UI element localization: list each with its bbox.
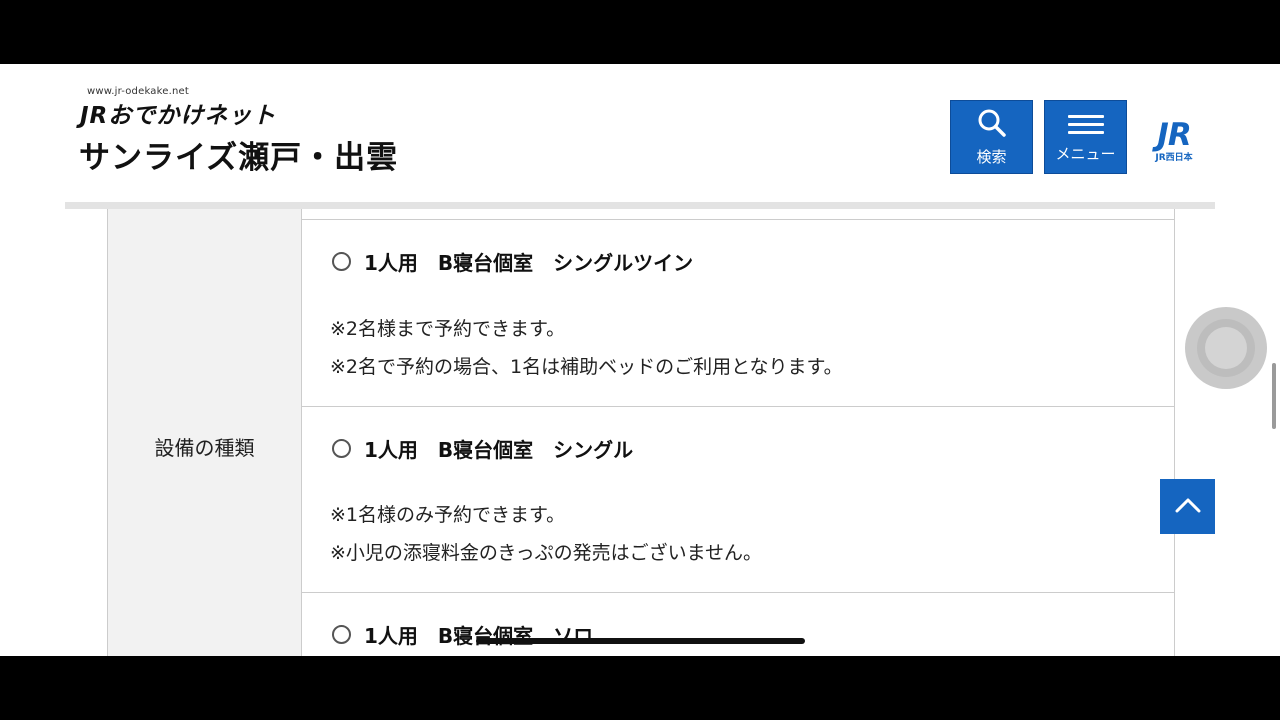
home-indicator[interactable] [476, 638, 805, 644]
chevron-up-icon [1174, 496, 1202, 518]
page-viewport: www.jr-odekake.net JRおでかけネット サンライズ瀬戸・出雲 … [0, 64, 1280, 656]
hamburger-icon [1067, 110, 1104, 139]
search-button[interactable]: 検索 [950, 100, 1033, 174]
option-head[interactable]: 1人用 B寝台個室 シングル [332, 434, 633, 463]
option-solo[interactable]: 1人用 B寝台個室 ソロ [302, 592, 1174, 656]
header-divider [65, 202, 1215, 209]
option-single[interactable]: 1人用 B寝台個室 シングル ※1名様のみ予約できます。 ※小児の添寝料金のきっ… [302, 406, 1174, 592]
option-head[interactable]: 1人用 B寝台個室 ソロ [332, 620, 593, 649]
search-button-label: 検索 [976, 147, 1007, 166]
scroll-indicator[interactable] [1272, 363, 1276, 429]
option-name: 1人用 B寝台個室 シングルツイン [364, 251, 694, 275]
option-note: ※1名様のみ予約できます。 [330, 504, 566, 526]
site-logo[interactable]: JRおでかけネット [80, 96, 276, 130]
option-note: ※小児の添寝料金のきっぷの発売はございません。 [330, 542, 763, 564]
jr-logo-mark: JR [1157, 117, 1191, 153]
radio-icon[interactable] [332, 439, 351, 458]
jr-west-logo[interactable]: JR JR西日本 [1144, 117, 1204, 164]
jr-logo-caption: JR西日本 [1155, 153, 1193, 163]
row-label-cell: 設備の種類 [108, 209, 302, 656]
option-single-twin[interactable]: 1人用 B寝台個室 シングルツイン ※2名様まで予約できます。 ※2名で予約の場… [302, 219, 1174, 406]
assistive-touch-core [1205, 327, 1247, 369]
assistive-touch-button[interactable] [1185, 307, 1267, 389]
option-note: ※2名で予約の場合、1名は補助ベッドのご利用となります。 [330, 356, 843, 378]
facility-type-table: 設備の種類 1人用 B寝台個室 シングルツイン ※2名様まで予約できます。 ※2… [107, 209, 1175, 656]
option-head[interactable]: 1人用 B寝台個室 シングルツイン [332, 247, 693, 276]
option-note: ※2名様まで予約できます。 [330, 318, 566, 340]
option-name: 1人用 B寝台個室 ソロ [364, 624, 594, 648]
row-label: 設備の種類 [154, 436, 255, 460]
menu-button[interactable]: メニュー [1044, 100, 1127, 174]
site-logo-text: JRおでかけネット [80, 103, 277, 129]
search-icon [977, 108, 1007, 142]
page-title: サンライズ瀬戸・出雲 [79, 140, 399, 176]
option-name: 1人用 B寝台個室 シングル [364, 438, 634, 462]
back-to-top-button[interactable] [1160, 479, 1215, 534]
radio-icon[interactable] [332, 625, 351, 644]
menu-button-label: メニュー [1055, 145, 1116, 163]
radio-icon[interactable] [332, 252, 351, 271]
